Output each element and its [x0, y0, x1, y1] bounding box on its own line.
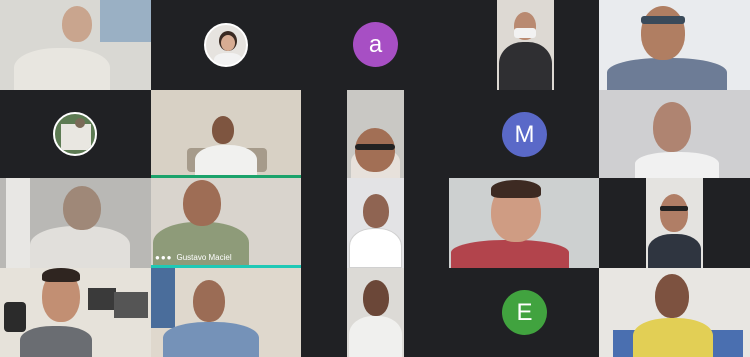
participant-face [660, 194, 688, 232]
participant-video [347, 178, 404, 268]
participant-tile-16[interactable] [0, 268, 151, 357]
participant-video [497, 0, 554, 90]
participant-video [646, 178, 703, 268]
face-mask [514, 28, 536, 38]
participant-tile-9[interactable]: M [449, 90, 599, 178]
participant-tile-7[interactable] [151, 90, 301, 178]
participant-video [14, 48, 110, 90]
initial-avatar-m: M [502, 112, 547, 157]
glasses [660, 206, 688, 211]
participant-tile-12[interactable]: ●●● Gustavo Maciel [151, 178, 301, 268]
sunglasses [641, 16, 685, 24]
participant-tile-5[interactable] [599, 0, 750, 90]
participant-face [62, 6, 92, 42]
printer [114, 292, 148, 318]
window-blinds [100, 0, 151, 42]
participant-face [363, 280, 389, 316]
participant-video [635, 152, 719, 178]
participant-tile-10[interactable] [599, 90, 750, 178]
office-chair [4, 302, 26, 332]
participant-video [451, 240, 569, 268]
participant-tile-8[interactable] [301, 90, 449, 178]
participant-tile-13[interactable] [301, 178, 449, 268]
window-light [6, 178, 30, 268]
participant-video [20, 326, 92, 357]
participant-face [183, 180, 221, 226]
participant-tile-20[interactable] [599, 268, 750, 357]
participant-video [633, 318, 713, 357]
three-dots-icon[interactable]: ●●● [155, 253, 173, 262]
participant-face [193, 280, 225, 322]
participant-tile-1[interactable] [0, 0, 151, 90]
participant-face [641, 6, 685, 60]
profile-photo-avatar [53, 112, 97, 156]
participant-video [30, 226, 130, 268]
profile-photo-avatar [204, 23, 248, 67]
participant-video [163, 322, 259, 357]
participant-video [347, 268, 404, 357]
participant-face [655, 274, 689, 318]
participant-face [653, 102, 691, 152]
participant-video [347, 90, 404, 178]
hair [491, 180, 541, 198]
participant-tile-15[interactable] [599, 178, 750, 268]
window-blinds [151, 268, 175, 328]
participant-tile-14[interactable] [449, 178, 599, 268]
participant-tile-6[interactable] [0, 90, 151, 178]
participant-name-label: ●●● Gustavo Maciel [155, 253, 232, 262]
participant-face [63, 186, 101, 230]
participant-tile-11[interactable] [0, 178, 151, 268]
participant-video [195, 145, 257, 178]
participant-video [607, 58, 727, 90]
participant-tile-2[interactable] [151, 0, 301, 90]
participant-face [212, 116, 234, 144]
glasses [355, 144, 395, 150]
participant-tile-3[interactable]: a [301, 0, 449, 90]
participant-face [363, 194, 389, 228]
participant-tile-4[interactable] [449, 0, 599, 90]
initial-avatar-e: E [502, 290, 547, 335]
speaker-name: Gustavo Maciel [176, 253, 232, 262]
participant-face [355, 128, 395, 172]
monitor [88, 288, 116, 310]
participant-tile-18[interactable] [301, 268, 449, 357]
participant-tile-17[interactable] [151, 268, 301, 357]
initial-avatar-a: a [353, 22, 398, 67]
hair [42, 268, 80, 282]
participant-tile-19[interactable]: E [449, 268, 599, 357]
